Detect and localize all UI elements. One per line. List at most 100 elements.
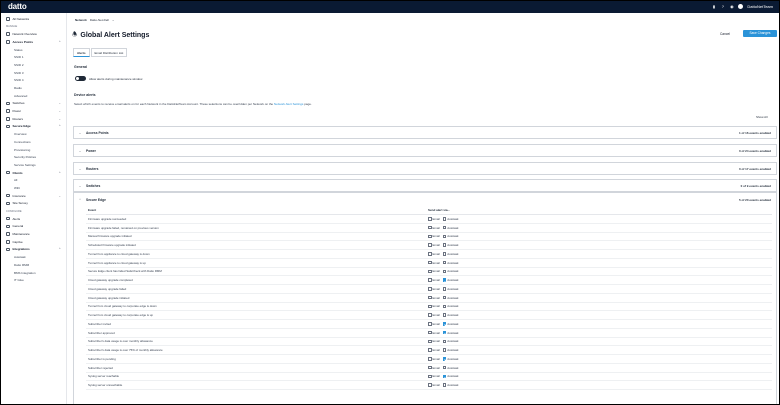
chevron-down-icon[interactable]: ⌄ <box>74 184 86 188</box>
sidebar-item-secure-edge[interactable]: Secure Edge ⌃ <box>1 123 66 131</box>
sidebar-item-insurance[interactable]: Insurance ⌄ <box>1 192 66 200</box>
datto-logo[interactable]: datto <box>8 2 27 11</box>
email-option[interactable]: Email <box>428 217 440 221</box>
sidebar-item-bms-integration[interactable]: BMS Integration <box>1 269 66 277</box>
autotask-checkbox[interactable] <box>442 330 447 335</box>
autotask-option[interactable]: Autotask <box>442 313 458 317</box>
email-option[interactable]: Email <box>428 269 440 273</box>
email-checkbox[interactable] <box>428 243 432 247</box>
autotask-checkbox[interactable] <box>442 374 447 379</box>
sidebar-item-advanced[interactable]: Advanced <box>1 92 66 100</box>
sidebar-item-overview[interactable]: Overview <box>1 130 66 138</box>
sidebar-item-status[interactable]: Status <box>1 46 66 54</box>
email-checkbox[interactable] <box>428 383 432 387</box>
autotask-option[interactable]: Autotask <box>442 225 458 230</box>
email-option[interactable]: Email <box>428 339 440 343</box>
cancel-button[interactable]: Cancel <box>720 32 730 36</box>
sidebar-item-all[interactable]: All <box>1 176 66 184</box>
autotask-checkbox[interactable] <box>442 243 447 247</box>
sidebar-item-wifi[interactable]: WiFi <box>1 184 66 192</box>
autotask-checkbox[interactable] <box>442 365 447 370</box>
sidebar-item-routers[interactable]: Routers ⌄ <box>1 115 66 123</box>
autotask-option[interactable]: Autotask <box>442 322 458 326</box>
chevron-down-icon[interactable]: ⌄ <box>58 194 61 198</box>
email-checkbox[interactable] <box>428 260 432 265</box>
email-checkbox[interactable] <box>428 330 432 335</box>
autotask-checkbox[interactable] <box>442 383 447 387</box>
autotask-checkbox[interactable] <box>442 260 447 265</box>
autotask-checkbox[interactable] <box>442 348 447 352</box>
email-option[interactable]: Email <box>428 226 440 230</box>
email-checkbox[interactable] <box>428 217 432 221</box>
email-option[interactable]: Email <box>428 313 440 317</box>
autotask-checkbox[interactable] <box>442 339 447 344</box>
autotask-checkbox[interactable] <box>442 322 447 326</box>
notifications-icon[interactable]: ◉ <box>729 4 734 9</box>
chevron-down-icon[interactable]: ⌄ <box>58 109 61 113</box>
autotask-option[interactable]: Autotask <box>442 339 458 344</box>
autotask-checkbox[interactable] <box>442 234 447 239</box>
accordion-access-points[interactable]: ⌄ Access Points 1 of 16 events enabled <box>73 126 777 139</box>
show-all-link[interactable]: Show All <box>756 115 768 119</box>
email-option[interactable]: Email <box>428 383 440 387</box>
email-option[interactable]: Email <box>428 278 440 282</box>
autotask-option[interactable]: Autotask <box>442 383 458 387</box>
network-alert-settings-link[interactable]: Network Alert Settings <box>274 102 304 106</box>
chevron-down-icon[interactable]: ⌄ <box>58 117 61 121</box>
sidebar-item-ssid-3[interactable]: SSID 3 <box>1 69 66 77</box>
email-option[interactable]: Email <box>428 296 440 300</box>
sidebar-item-switches[interactable]: Switches ⌄ <box>1 100 66 108</box>
sidebar-item-access-points[interactable]: Access Points ⌃ <box>1 38 66 46</box>
autotask-option[interactable]: Autotask <box>442 374 458 379</box>
accordion-switches[interactable]: ⌄ Switches 0 of 9 events enabled <box>73 179 777 192</box>
accordion-routers[interactable]: ⌄ Routers 0 of 17 events enabled <box>73 162 777 175</box>
gift-icon[interactable]: ▮ <box>711 4 716 9</box>
autotask-option[interactable]: Autotask <box>442 304 458 308</box>
email-option[interactable]: Email <box>428 348 440 352</box>
autotask-option[interactable]: Autotask <box>442 365 458 370</box>
chevron-up-icon[interactable]: ⌃ <box>58 124 61 128</box>
autotask-option[interactable]: Autotask <box>442 252 458 256</box>
email-checkbox[interactable] <box>428 365 432 370</box>
sidebar-item-alerts[interactable]: Alerts <box>1 215 66 223</box>
autotask-option[interactable]: Autotask <box>442 234 458 239</box>
autotask-checkbox[interactable] <box>442 295 447 300</box>
email-option[interactable]: Email <box>428 331 440 335</box>
autotask-option[interactable]: Autotask <box>442 217 458 221</box>
chevron-down-icon[interactable]: ⌄ <box>74 167 86 171</box>
autotask-option[interactable]: Autotask <box>442 260 458 265</box>
sidebar-item-service-settings[interactable]: Service Settings <box>1 161 66 169</box>
autotask-option[interactable]: Autotask <box>442 243 458 247</box>
autotask-checkbox[interactable] <box>442 278 447 282</box>
autotask-checkbox[interactable] <box>442 217 447 221</box>
sidebar-item-ssid-1[interactable]: SSID 1 <box>1 53 66 61</box>
email-option[interactable]: Email <box>428 234 440 238</box>
email-checkbox[interactable] <box>428 295 432 300</box>
sidebar-item-integrations[interactable]: Integrations ⌃ <box>1 246 66 254</box>
maintenance-toggle[interactable] <box>75 76 86 81</box>
save-changes-button[interactable]: Save Changes <box>743 29 777 37</box>
email-option[interactable]: Email <box>428 366 440 370</box>
chevron-down-icon[interactable]: ⌄ <box>74 131 86 135</box>
email-checkbox[interactable] <box>428 339 432 344</box>
secure-edge-header[interactable]: ⌃ Secure Edge 5 of 20 events enabled <box>74 193 776 206</box>
autotask-checkbox[interactable] <box>442 252 447 256</box>
sidebar-item-network-overview[interactable]: Network Overview <box>1 30 66 38</box>
autotask-checkbox[interactable] <box>442 357 447 361</box>
sidebar-item-all-networks[interactable]: All Networks <box>1 15 66 23</box>
email-checkbox[interactable] <box>428 348 432 352</box>
chevron-down-icon[interactable]: ⌄ <box>112 18 115 22</box>
autotask-checkbox[interactable] <box>442 225 447 230</box>
autotask-option[interactable]: Autotask <box>442 357 458 361</box>
email-option[interactable]: Email <box>428 357 440 361</box>
chevron-down-icon[interactable]: ⌄ <box>74 149 86 153</box>
sidebar-item-general[interactable]: General <box>1 223 66 231</box>
email-checkbox[interactable] <box>428 313 432 317</box>
chevron-up-icon[interactable]: ⌃ <box>58 171 61 175</box>
user-name[interactable]: DattoNetTeam <box>747 4 773 9</box>
email-checkbox[interactable] <box>428 252 432 256</box>
sidebar-item-ssid-2[interactable]: SSID 2 <box>1 61 66 69</box>
email-checkbox[interactable] <box>428 269 432 274</box>
autotask-option[interactable]: Autotask <box>442 330 458 335</box>
sidebar-item-connections[interactable]: Connections <box>1 138 66 146</box>
